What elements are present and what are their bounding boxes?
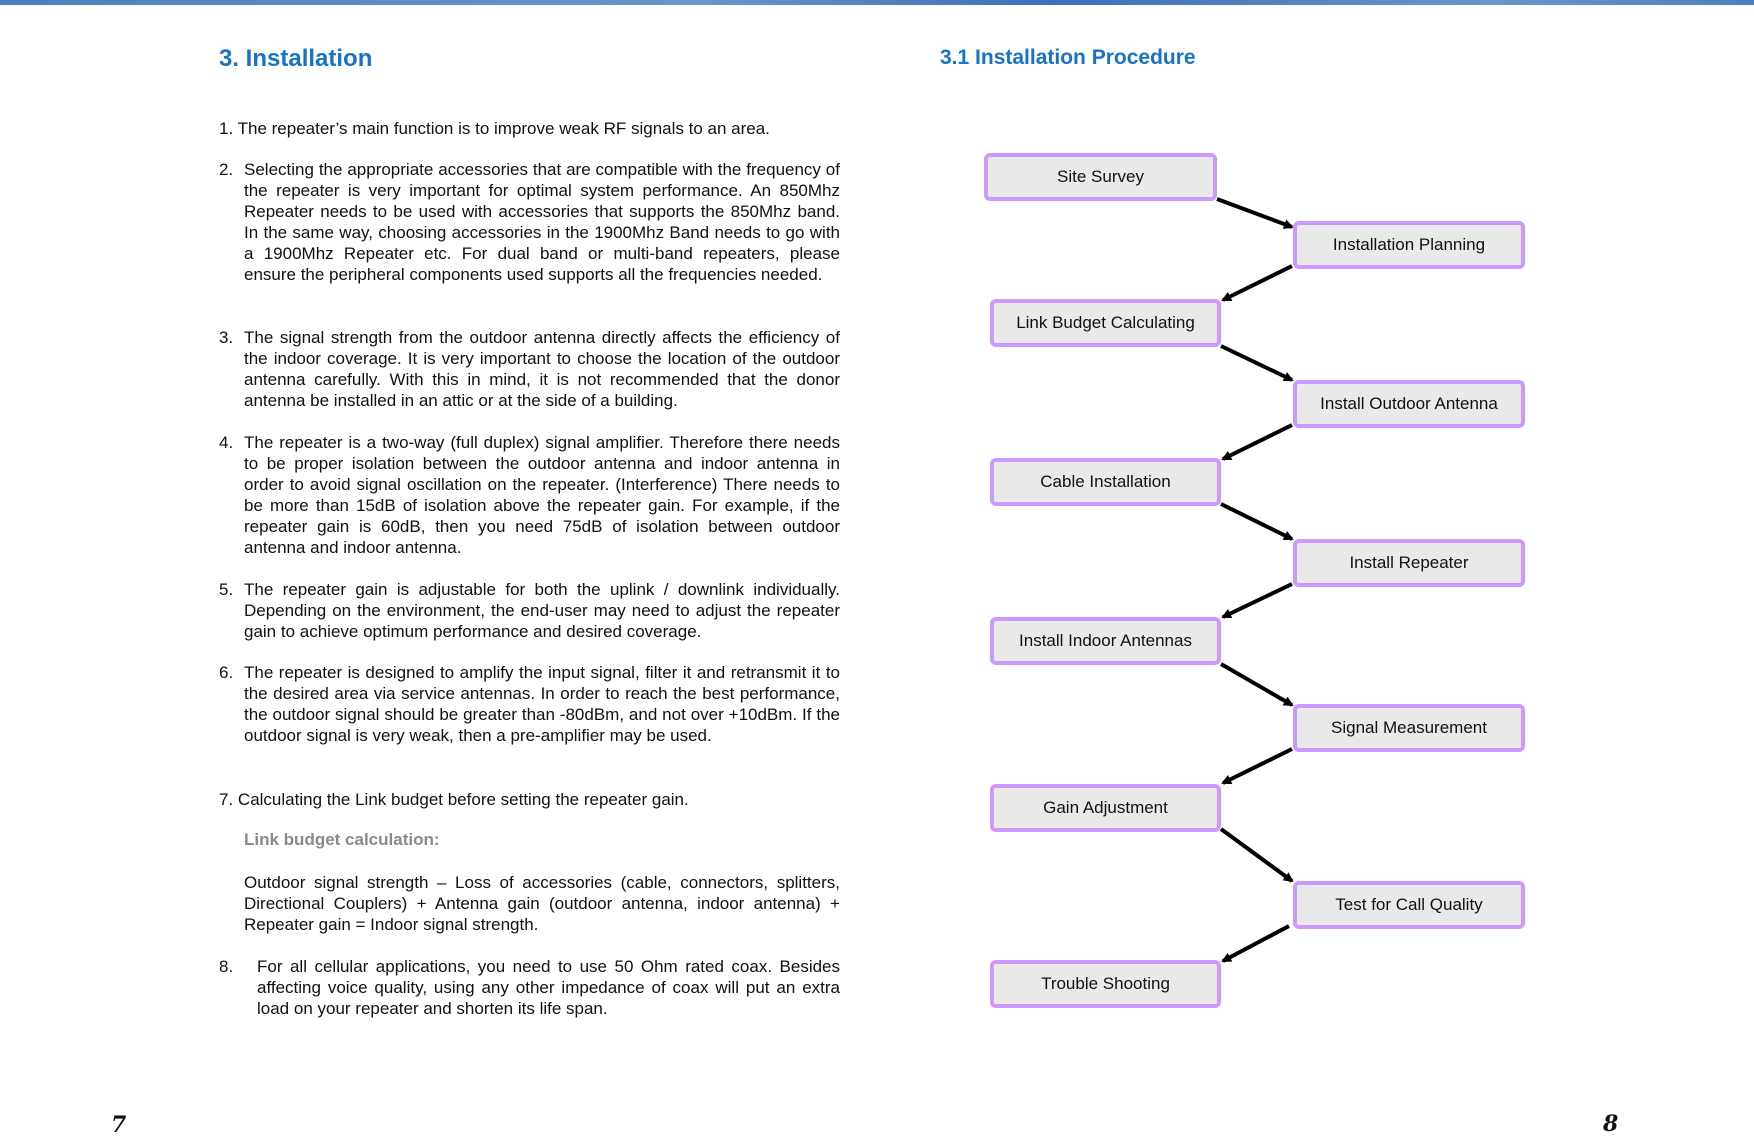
flow-arrow bbox=[1219, 827, 1294, 883]
flow-step-install-outdoor-antenna: Install Outdoor Antenna bbox=[1293, 380, 1525, 428]
flow-arrow bbox=[1221, 264, 1293, 302]
flow-step-gain-adjustment: Gain Adjustment bbox=[990, 784, 1221, 832]
flow-step-installation-planning: Installation Planning bbox=[1293, 221, 1525, 269]
flow-step-cable-installation: Cable Installation bbox=[990, 458, 1221, 506]
flow-step-install-indoor-antennas: Install Indoor Antennas bbox=[990, 617, 1221, 665]
flow-step-install-repeater: Install Repeater bbox=[1293, 539, 1525, 587]
flow-arrow bbox=[1219, 662, 1294, 707]
flow-step-link-budget: Link Budget Calculating bbox=[990, 299, 1221, 347]
flow-step-signal-measurement: Signal Measurement bbox=[1293, 704, 1525, 752]
flow-step-trouble-shooting: Trouble Shooting bbox=[990, 960, 1221, 1008]
flow-arrow bbox=[1216, 197, 1294, 229]
flow-arrow bbox=[1221, 582, 1293, 619]
flow-arrow bbox=[1220, 502, 1294, 541]
flow-step-site-survey: Site Survey bbox=[984, 153, 1217, 201]
flow-step-test-call-quality: Test for Call Quality bbox=[1293, 881, 1525, 929]
flow-arrow bbox=[1220, 344, 1294, 382]
flow-arrow bbox=[1221, 423, 1293, 461]
flow-arrow bbox=[1221, 924, 1290, 963]
flow-arrow bbox=[1221, 747, 1293, 785]
